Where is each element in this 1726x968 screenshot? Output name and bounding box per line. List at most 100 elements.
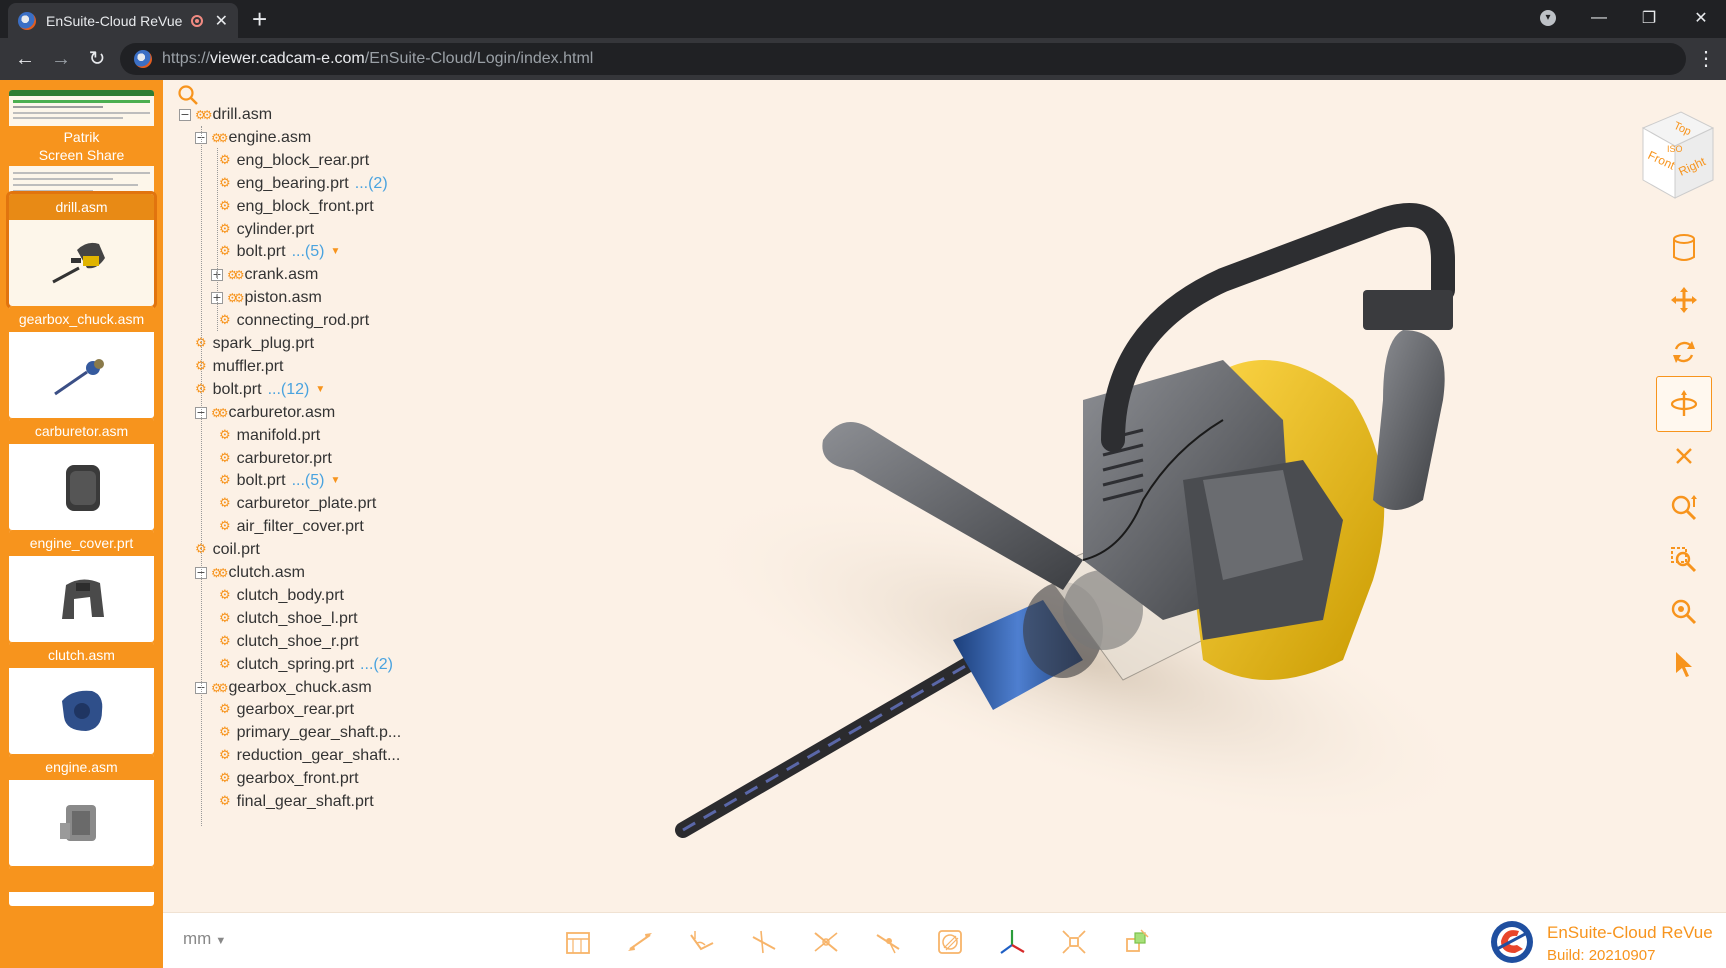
thumbnail-more[interactable] bbox=[9, 866, 154, 906]
tree-node-label: eng_bearing.prt bbox=[236, 174, 349, 192]
instance-count[interactable]: ...(2) bbox=[360, 654, 393, 676]
orbit-icon[interactable] bbox=[1656, 376, 1712, 432]
zoom-window-icon[interactable] bbox=[1656, 532, 1712, 588]
tree-node[interactable]: ⚙ air_filter_cover.prt bbox=[219, 516, 364, 538]
select-cursor-icon[interactable] bbox=[1656, 636, 1712, 692]
pan-icon[interactable] bbox=[1656, 272, 1712, 328]
tree-node[interactable]: − ⚙⚙ carburetor.asm bbox=[195, 402, 335, 424]
viewcube-iso-label[interactable]: ISO bbox=[1667, 144, 1683, 154]
tree-node[interactable]: ⚙ spark_plug.prt bbox=[195, 333, 314, 355]
tree-node[interactable]: ⚙ connecting_rod.prt bbox=[219, 310, 369, 332]
tree-node-label: manifold.prt bbox=[236, 426, 321, 444]
units-select[interactable]: mm ▼ bbox=[183, 929, 226, 949]
window-close-icon[interactable]: ✕ bbox=[1678, 0, 1724, 36]
tree-node[interactable]: ⚙ eng_block_front.prt bbox=[219, 196, 374, 218]
tree-node-label: gearbox_rear.prt bbox=[236, 701, 355, 719]
tree-node[interactable]: ⚙ clutch_shoe_l.prt bbox=[219, 608, 358, 630]
explode-icon[interactable] bbox=[1057, 925, 1091, 959]
axis-triad-icon[interactable] bbox=[995, 925, 1029, 959]
minimize-icon[interactable]: — bbox=[1576, 0, 1622, 36]
new-tab-button[interactable]: + bbox=[252, 4, 267, 34]
part-icon: ⚙ bbox=[219, 198, 231, 214]
instance-count[interactable]: ...(2) bbox=[355, 173, 388, 195]
tree-node[interactable]: ⚙ cylinder.prt bbox=[219, 219, 314, 241]
tree-node-label: clutch.asm bbox=[228, 564, 305, 581]
measure-distance-icon[interactable] bbox=[623, 925, 657, 959]
drill-thumbnail-image bbox=[9, 220, 154, 306]
thumbnail-label: clutch.asm bbox=[9, 642, 154, 668]
measure-edge-icon[interactable] bbox=[747, 925, 781, 959]
view-cube[interactable]: Top ISO Front Right bbox=[1625, 106, 1717, 202]
measure-angle-icon[interactable] bbox=[685, 925, 719, 959]
reload-icon[interactable]: ↻ bbox=[80, 42, 114, 76]
instance-count[interactable]: ...(5) bbox=[292, 241, 325, 263]
restore-icon[interactable]: ❐ bbox=[1626, 0, 1672, 36]
tree-node[interactable]: + ⚙⚙ piston.asm bbox=[211, 287, 322, 309]
chevron-down-icon[interactable]: ▼ bbox=[315, 379, 325, 401]
instance-count[interactable]: ...(5) bbox=[292, 470, 325, 492]
tab-search-icon[interactable]: ▾ bbox=[1540, 10, 1556, 26]
transform-icon[interactable] bbox=[1119, 925, 1153, 959]
thumbnail-engine-cover-prt[interactable]: engine_cover.prt bbox=[9, 530, 154, 642]
tree-node[interactable]: ⚙ muffler.prt bbox=[195, 356, 284, 378]
tree-node[interactable]: ⚙ final_gear_shaft.prt bbox=[219, 791, 374, 813]
tree-node[interactable]: − ⚙⚙ drill.asm bbox=[179, 104, 272, 126]
assembly-icon: ⚙⚙ bbox=[211, 680, 228, 695]
tree-node[interactable]: ⚙ eng_bearing.prt ...(2) bbox=[219, 173, 388, 195]
measure-point-icon[interactable] bbox=[871, 925, 905, 959]
tree-node[interactable]: ⚙ coil.prt bbox=[195, 539, 260, 561]
tree-node-label: clutch_shoe_r.prt bbox=[236, 632, 359, 650]
tree-node[interactable]: ⚙ clutch_body.prt bbox=[219, 585, 344, 607]
tree-node-label: cylinder.prt bbox=[236, 220, 315, 238]
back-icon[interactable]: ← bbox=[8, 42, 42, 76]
tree-node-label: clutch_spring.prt bbox=[236, 655, 355, 673]
tree-node-label: drill.asm bbox=[212, 106, 273, 123]
section-icon[interactable] bbox=[561, 925, 595, 959]
measure-radius-icon[interactable] bbox=[809, 925, 843, 959]
thumbnail-clutch-asm[interactable]: clutch.asm bbox=[9, 642, 154, 754]
thumbnail-gearbox-chuck-asm[interactable]: gearbox_chuck.asm bbox=[9, 306, 154, 418]
instance-count[interactable]: ...(12) bbox=[268, 379, 310, 401]
tree-node[interactable]: ⚙ clutch_shoe_r.prt bbox=[219, 631, 359, 653]
tree-node[interactable]: − ⚙⚙ gearbox_chuck.asm bbox=[195, 677, 372, 699]
3d-viewer[interactable]: − ⚙⚙ drill.asm − ⚙⚙ engine.asm ⚙ eng_block_rear… bbox=[163, 80, 1726, 912]
drill-3d-model[interactable] bbox=[523, 140, 1523, 900]
tree-node[interactable]: − ⚙⚙ engine.asm bbox=[195, 127, 311, 149]
url-host: viewer.cadcam-e.com bbox=[210, 50, 365, 67]
zoom-icon[interactable] bbox=[1656, 584, 1712, 640]
collapse-icon[interactable]: − bbox=[179, 109, 191, 121]
tab-close-icon[interactable]: ✕ bbox=[215, 11, 228, 31]
tree-node[interactable]: ⚙ clutch_spring.prt ...(2) bbox=[219, 654, 393, 676]
tree-node[interactable]: ⚙ carburetor_plate.prt bbox=[219, 493, 376, 515]
rotate-icon[interactable] bbox=[1656, 324, 1712, 380]
tab-title: EnSuite-Cloud ReVue bbox=[46, 12, 183, 29]
close-icon[interactable] bbox=[1656, 428, 1712, 484]
thumbnail-carburetor-asm[interactable]: carburetor.asm bbox=[9, 418, 154, 530]
tree-node[interactable]: ⚙ eng_block_rear.prt bbox=[219, 150, 369, 172]
tree-node[interactable]: ⚙ bolt.prt ...(5) ▼ bbox=[219, 241, 340, 263]
browser-tab[interactable]: EnSuite-Cloud ReVue ✕ bbox=[8, 3, 238, 38]
browser-menu-icon[interactable]: ⋮ bbox=[1694, 42, 1718, 76]
screen-share-card[interactable]: Patrik Screen Share bbox=[9, 90, 154, 196]
tree-node[interactable]: ⚙ reduction_gear_shaft... bbox=[219, 745, 400, 767]
cross-section-icon[interactable] bbox=[933, 925, 967, 959]
database-icon[interactable] bbox=[1656, 220, 1712, 276]
tree-node[interactable]: ⚙ manifold.prt bbox=[219, 425, 320, 447]
address-bar[interactable]: https:// viewer.cadcam-e.com /EnSuite-Cl… bbox=[120, 43, 1686, 75]
zoom-fit-icon[interactable] bbox=[1656, 480, 1712, 536]
tree-node-label: muffler.prt bbox=[212, 357, 284, 375]
tree-node[interactable]: ⚙ gearbox_rear.prt bbox=[219, 699, 354, 721]
tree-node[interactable]: − ⚙⚙ clutch.asm bbox=[195, 562, 305, 584]
chevron-down-icon[interactable]: ▼ bbox=[330, 470, 340, 492]
assembly-icon: ⚙⚙ bbox=[227, 291, 244, 306]
tree-node[interactable]: ⚙ gearbox_front.prt bbox=[219, 768, 359, 790]
thumbnail-drill-asm[interactable]: drill.asm bbox=[6, 191, 157, 309]
chevron-down-icon[interactable]: ▼ bbox=[330, 241, 340, 263]
thumbnail-engine-asm[interactable]: engine.asm bbox=[9, 754, 154, 866]
tree-node[interactable]: ⚙ bolt.prt ...(5) ▼ bbox=[219, 470, 340, 492]
forward-icon[interactable]: → bbox=[44, 42, 78, 76]
tree-node[interactable]: + ⚙⚙ crank.asm bbox=[211, 264, 318, 286]
tree-node[interactable]: ⚙ primary_gear_shaft.p... bbox=[219, 722, 401, 744]
tree-node[interactable]: ⚙ carburetor.prt bbox=[219, 448, 332, 470]
tree-node[interactable]: ⚙ bolt.prt ...(12) ▼ bbox=[195, 379, 325, 401]
